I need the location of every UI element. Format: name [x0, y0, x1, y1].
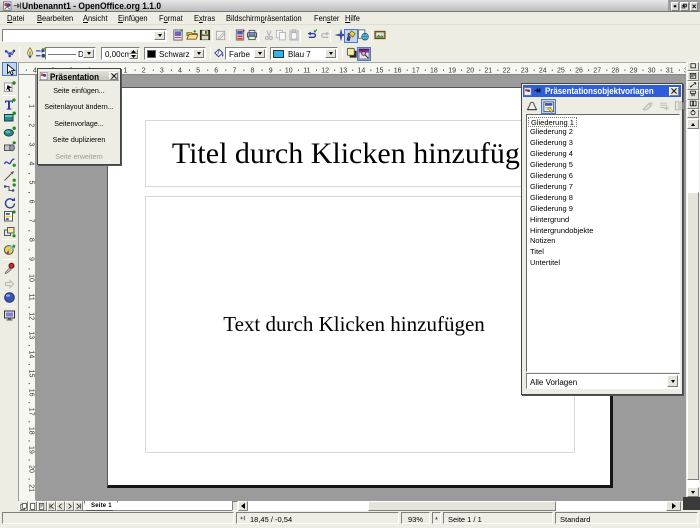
svg-text:20: 20 — [466, 68, 474, 75]
svg-text:4: 4 — [28, 161, 35, 165]
svg-text:28: 28 — [611, 68, 619, 75]
svg-text:25: 25 — [557, 68, 565, 75]
svg-text:1: 1 — [28, 104, 35, 108]
svg-text:3: 3 — [28, 142, 35, 146]
svg-text:15: 15 — [28, 370, 35, 378]
svg-text:15: 15 — [376, 68, 384, 75]
svg-text:8: 8 — [28, 238, 35, 242]
svg-text:6: 6 — [28, 200, 35, 204]
svg-text:11: 11 — [28, 293, 35, 300]
svg-text:12: 12 — [28, 312, 35, 320]
svg-text:9: 9 — [28, 257, 35, 261]
svg-text:10: 10 — [28, 274, 35, 282]
svg-text:29: 29 — [630, 68, 638, 75]
svg-text:13: 13 — [28, 331, 35, 339]
svg-text:4: 4 — [178, 68, 182, 75]
svg-text:14: 14 — [28, 351, 35, 359]
svg-text:30: 30 — [648, 68, 656, 75]
svg-text:22: 22 — [503, 68, 511, 75]
svg-text:21: 21 — [484, 68, 492, 75]
svg-text:12: 12 — [321, 68, 329, 75]
svg-text:26: 26 — [575, 68, 583, 75]
svg-text:9: 9 — [269, 68, 273, 75]
svg-text:7: 7 — [232, 68, 236, 75]
svg-text:16: 16 — [394, 68, 402, 75]
svg-text:17: 17 — [28, 408, 35, 416]
svg-text:2: 2 — [142, 68, 146, 75]
svg-text:16: 16 — [28, 389, 35, 397]
svg-text:8: 8 — [251, 68, 255, 75]
svg-text:21: 21 — [28, 484, 35, 492]
svg-text:24: 24 — [539, 68, 547, 75]
svg-text:31: 31 — [666, 68, 674, 75]
svg-text:13: 13 — [339, 68, 347, 75]
svg-text:27: 27 — [593, 68, 601, 75]
svg-text:10: 10 — [285, 68, 293, 75]
svg-text:18: 18 — [430, 68, 438, 75]
svg-text:11: 11 — [303, 68, 310, 75]
svg-text:5: 5 — [28, 181, 35, 185]
svg-text:20: 20 — [28, 465, 35, 473]
svg-text:18: 18 — [28, 427, 35, 435]
svg-text:3: 3 — [160, 68, 164, 75]
svg-text:2: 2 — [28, 123, 35, 127]
svg-text:19: 19 — [448, 68, 456, 75]
svg-text:6: 6 — [214, 68, 218, 75]
svg-text:19: 19 — [28, 446, 35, 454]
svg-text:5: 5 — [196, 68, 200, 75]
svg-text:1: 1 — [124, 68, 128, 75]
svg-text:14: 14 — [358, 68, 366, 75]
svg-text:7: 7 — [28, 219, 35, 223]
svg-text:23: 23 — [521, 68, 529, 75]
svg-text:17: 17 — [412, 68, 420, 75]
